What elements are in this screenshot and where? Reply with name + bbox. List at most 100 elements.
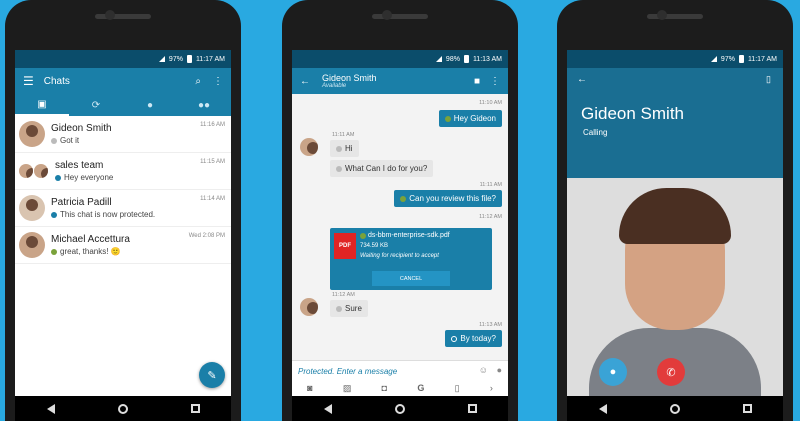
avatar — [34, 164, 48, 178]
video-call-icon[interactable]: ■ — [474, 76, 480, 87]
message-bubble-outgoing[interactable]: By today? — [445, 330, 502, 347]
back-icon[interactable] — [323, 403, 332, 414]
message-composer: Protected. Enter a message ☺ ● ◙ ▨ ◘ G ▯… — [292, 360, 508, 396]
message-bubble-incoming[interactable]: What Can I do for you? — [330, 160, 434, 177]
recent-apps-icon[interactable] — [190, 404, 200, 413]
message-text: What Can I do for you? — [345, 164, 428, 173]
image-icon[interactable]: ▨ — [343, 383, 352, 394]
chat-message: This chat is now protected. — [60, 210, 156, 219]
home-icon[interactable] — [669, 403, 680, 414]
chat-row-michael-accettura[interactable]: Michael Accettura great, thanks! 🙂 Wed 2… — [15, 227, 231, 264]
battery-icon — [463, 55, 469, 63]
contact-header[interactable]: Gideon Smith Available — [322, 73, 474, 89]
more-options-icon[interactable]: ⋮ — [213, 76, 223, 87]
message-time: 11:13 AM — [479, 322, 502, 328]
chat-bubble-icon: ▣ — [37, 98, 47, 110]
phone-conversation: 98% 11:13 AM ← Gideon Smith Available ■ … — [282, 0, 518, 421]
mute-button[interactable]: ● — [599, 358, 627, 386]
status-bar: 98% 11:13 AM — [292, 50, 508, 68]
battery-percent: 97% — [168, 55, 183, 63]
message-bubble-outgoing[interactable]: Hey Gideon — [438, 110, 502, 127]
file-name-row: ds-bbm-enterprise-sdk.pdf — [360, 232, 450, 239]
tab-updates[interactable]: ⟳ — [69, 94, 123, 116]
cancel-button[interactable]: CANCEL — [372, 271, 450, 286]
chat-message: Got it — [60, 136, 80, 145]
page-title: Chats — [43, 75, 70, 87]
message-text: Sure — [345, 304, 362, 313]
chat-row-sales-team[interactable]: sales team Hey everyone 11:15 AM — [15, 153, 231, 190]
back-arrow-icon[interactable]: ← — [577, 74, 587, 85]
file-icon[interactable]: ▯ — [455, 383, 460, 394]
chats-tabs: ▣ ⟳ ● ●● — [15, 94, 231, 116]
refresh-icon: ⟳ — [91, 99, 101, 111]
tab-groups[interactable]: ●● — [177, 94, 231, 116]
file-name: ds-bbm-enterprise-sdk.pdf — [368, 232, 450, 239]
message-icon — [336, 145, 342, 152]
chat-name: Patricia Padill — [51, 197, 112, 208]
delivered-icon — [444, 115, 451, 122]
chat-time: 11:15 AM — [200, 159, 225, 165]
chevron-right-icon[interactable]: › — [490, 383, 493, 393]
recent-apps-icon[interactable] — [742, 404, 752, 413]
microphone-icon: ● — [609, 366, 617, 378]
chat-name: Gideon Smith — [51, 123, 112, 134]
chat-row-patricia-padill[interactable]: Patricia Padill This chat is now protect… — [15, 190, 231, 227]
camera-icon[interactable]: ◙ — [307, 383, 312, 393]
message-time: 11:11 AM — [332, 132, 355, 138]
message-bubble-incoming[interactable]: Sure — [330, 300, 368, 317]
back-icon[interactable] — [46, 403, 55, 414]
more-options-icon[interactable]: ⋮ — [490, 76, 500, 87]
message-text: Hi — [345, 144, 353, 153]
message-icon — [336, 305, 342, 312]
message-time: 11:12 AM — [479, 214, 502, 220]
menu-icon[interactable]: ☰ — [23, 74, 34, 88]
system-nav-bar — [292, 396, 508, 421]
switch-device-icon[interactable]: ▯ — [766, 74, 771, 85]
back-icon[interactable] — [598, 403, 607, 414]
file-status-icon — [360, 232, 366, 239]
chats-app-bar: ☰ Chats ⌕ ⋮ — [15, 68, 231, 94]
chat-name: Michael Accettura — [51, 234, 130, 245]
google-icon[interactable]: G — [417, 383, 424, 393]
speaker-grille — [372, 14, 428, 19]
chat-time: 11:14 AM — [200, 196, 225, 202]
caller-hair — [619, 188, 731, 244]
file-transfer-card[interactable]: PDF ds-bbm-enterprise-sdk.pdf 734.59 KB … — [330, 228, 492, 290]
caller-photo: ● ✆ — [567, 178, 783, 396]
home-icon[interactable] — [394, 403, 405, 414]
message-text: By today? — [460, 334, 496, 343]
battery-icon — [186, 55, 192, 63]
chat-preview: This chat is now protected. — [51, 210, 155, 219]
chats-screen: 97% 11:17 AM ☰ Chats ⌕ ⋮ ▣ ⟳ ● ●● Gideon… — [15, 50, 231, 396]
photo-icon[interactable]: ◘ — [382, 383, 387, 393]
signal-icon — [710, 56, 717, 62]
back-arrow-icon[interactable]: ← — [300, 76, 310, 87]
system-nav-bar — [15, 396, 231, 421]
pdf-file-icon: PDF — [334, 233, 356, 259]
speaker-grille — [95, 14, 151, 19]
delivered-icon — [400, 195, 407, 202]
message-bubble-incoming[interactable]: Hi — [330, 140, 359, 157]
caller-name: Gideon Smith — [581, 104, 684, 123]
chat-time: Wed 2:08 PM — [188, 233, 225, 239]
microphone-icon[interactable]: ● — [497, 365, 502, 375]
avatar — [19, 195, 45, 221]
message-input[interactable]: Protected. Enter a message — [298, 367, 397, 376]
chat-row-gideon-smith[interactable]: Gideon Smith Got it 11:16 AM — [15, 116, 231, 153]
home-icon[interactable] — [117, 403, 128, 414]
tab-chats[interactable]: ▣ — [15, 94, 69, 116]
clock: 11:17 AM — [747, 55, 777, 63]
end-call-button[interactable]: ✆ — [657, 358, 685, 386]
chat-message: Hey everyone — [64, 173, 114, 182]
chat-preview: Got it — [51, 136, 112, 145]
file-status: Waiting for recipient to accept — [360, 253, 439, 259]
call-status: Calling — [583, 128, 608, 137]
new-chat-button[interactable]: ✎ — [199, 362, 225, 388]
tab-contacts[interactable]: ● — [123, 94, 177, 116]
search-icon[interactable]: ⌕ — [195, 76, 201, 87]
emoji-icon[interactable]: ☺ — [479, 365, 488, 375]
recent-apps-icon[interactable] — [467, 404, 477, 413]
call-screen: 97% 11:17 AM ← ▯ Gideon Smith Calling ● … — [567, 50, 783, 396]
message-bubble-outgoing[interactable]: Can you review this file? — [394, 190, 502, 207]
person-icon: ● — [146, 99, 154, 111]
